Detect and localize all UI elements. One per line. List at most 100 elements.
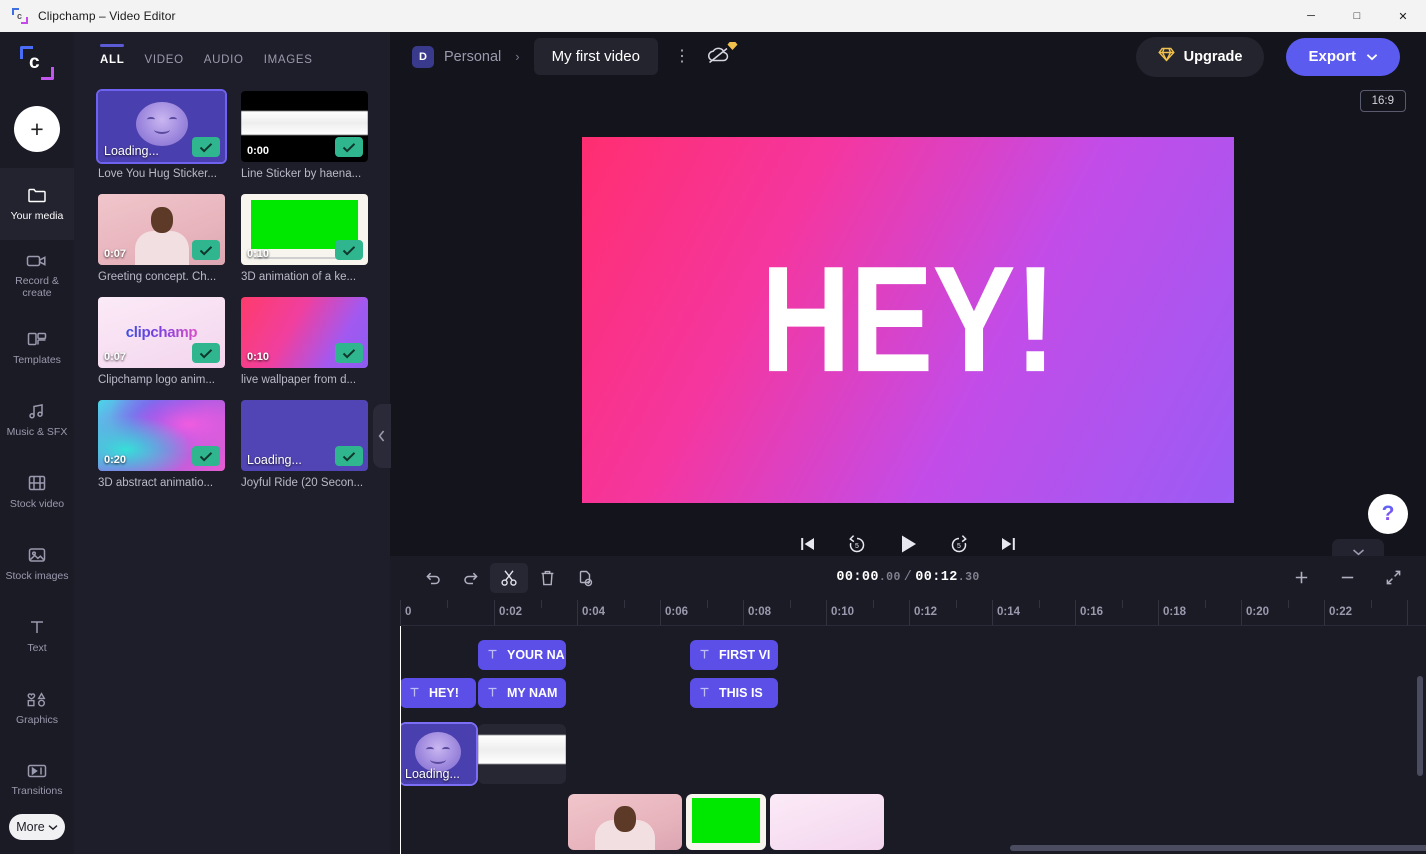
timeline-clip-text[interactable]: YOUR NA [478, 640, 566, 670]
sidebar-item-transitions[interactable]: Transitions [0, 744, 74, 816]
tab-images[interactable]: IMAGES [264, 54, 313, 73]
media-item[interactable]: 0:00 Line Sticker by haena... [241, 91, 368, 180]
clip-label: FIRST VI [719, 648, 771, 662]
zoom-out-button[interactable] [1328, 563, 1366, 593]
sidebar-item-stock-images[interactable]: Stock images [0, 528, 74, 600]
sidebar-item-label: Templates [13, 354, 61, 366]
cloud-off-icon[interactable] [706, 41, 738, 70]
text-icon [28, 618, 46, 636]
timeline-track-media-1[interactable]: Loading... [400, 722, 1426, 790]
timeline-clip-media[interactable] [478, 724, 566, 784]
ruler-label: 0:18 [1163, 606, 1187, 618]
project-name-field[interactable]: My first video [533, 38, 658, 75]
media-item[interactable]: 0:20 3D abstract animatio... [98, 400, 225, 489]
redo-button[interactable] [452, 563, 490, 593]
tab-video[interactable]: VIDEO [144, 54, 183, 73]
media-checked-badge [335, 446, 363, 466]
sidebar-item-music-sfx[interactable]: Music & SFX [0, 384, 74, 456]
ruler-label: 0:14 [997, 606, 1021, 618]
media-checked-badge [192, 137, 220, 157]
fit-to-screen-button[interactable] [1374, 563, 1412, 593]
forward-5-button[interactable]: 5 [948, 534, 970, 555]
minimize-button[interactable]: ─ [1288, 0, 1334, 32]
media-duration: 0:00 [247, 145, 270, 157]
timeline-clip-media[interactable] [770, 794, 884, 850]
sidebar-item-stock-video[interactable]: Stock video [0, 456, 74, 528]
avatar[interactable]: D [412, 45, 434, 68]
export-label: Export [1308, 48, 1356, 65]
ruler-label: 0:06 [665, 606, 689, 618]
media-item[interactable]: 0:10 live wallpaper from d... [241, 297, 368, 386]
sidebar-item-label: Record & create [15, 275, 59, 299]
breadcrumb-workspace[interactable]: Personal [444, 49, 501, 65]
total-frames: .30 [957, 571, 980, 584]
skip-to-start-button[interactable] [798, 535, 818, 553]
timeline-clip-text[interactable]: HEY! [400, 678, 476, 708]
media-checked-badge [192, 343, 220, 363]
media-item[interactable]: Loading... Love You Hug Sticker... [96, 89, 227, 180]
media-item[interactable]: Loading... Joyful Ride (20 Secon... [241, 400, 368, 489]
media-checked-badge [335, 240, 363, 260]
play-button[interactable] [896, 532, 920, 556]
media-panel: ALL VIDEO AUDIO IMAGES Loading... Love Y… [74, 32, 391, 854]
timeline-playhead[interactable] [400, 626, 401, 854]
timeline-horizontal-scrollbar[interactable] [1010, 845, 1426, 851]
timeline-clip-media[interactable]: Loading... [400, 722, 478, 786]
close-button[interactable]: ✕ [1380, 0, 1426, 32]
ruler-label: 0:08 [748, 606, 772, 618]
media-item-label: Love You Hug Sticker... [98, 168, 217, 180]
media-duration: 0:20 [104, 454, 127, 466]
preview-text: HEY! [760, 235, 1057, 405]
playback-controls: 5 5 [798, 532, 1018, 556]
rewind-5-button[interactable]: 5 [846, 534, 868, 555]
media-item[interactable]: clipchamp 0:07 Clipchamp logo anim... [98, 297, 225, 386]
tab-all[interactable]: ALL [100, 44, 125, 73]
timeline-clip-text[interactable]: THIS IS [690, 678, 778, 708]
timeline-ruler[interactable]: 0 0:02 0:04 0:06 0:08 0:10 0:12 0:14 0:1… [400, 600, 1426, 626]
app-logo: c [0, 32, 74, 94]
sidebar-item-graphics[interactable]: Graphics [0, 672, 74, 744]
delete-button[interactable] [528, 563, 566, 593]
timeline-clip-media[interactable] [686, 794, 766, 850]
help-icon: ? [1381, 502, 1395, 525]
timeline-track-text-2[interactable]: HEY! MY NAM THIS IS [400, 678, 1426, 716]
duplicate-button[interactable] [566, 563, 604, 593]
main-area: D Personal › My first video ⋮ Upgrade Ex… [390, 32, 1426, 854]
skip-to-end-button[interactable] [998, 535, 1018, 553]
video-preview-canvas[interactable]: HEY! [582, 137, 1234, 503]
folder-icon [27, 186, 47, 204]
media-filter-tabs: ALL VIDEO AUDIO IMAGES [74, 32, 390, 73]
premium-badge-icon [727, 41, 738, 54]
add-media-button[interactable]: + [14, 106, 60, 152]
timeline-clip-text[interactable]: FIRST VI [690, 640, 778, 670]
sidebar-item-text[interactable]: Text [0, 600, 74, 672]
panel-collapse-handle[interactable] [373, 404, 391, 468]
sidebar-item-your-media[interactable]: Your media [0, 168, 74, 240]
timeline-clip-text[interactable]: MY NAM [478, 678, 566, 708]
zoom-in-button[interactable] [1282, 563, 1320, 593]
more-button[interactable]: More [9, 814, 65, 840]
window-titlebar: c Clipchamp – Video Editor ─ □ ✕ [0, 0, 1426, 32]
maximize-button[interactable]: □ [1334, 0, 1380, 32]
help-button[interactable]: ? [1368, 494, 1408, 534]
export-button[interactable]: Export [1286, 37, 1400, 76]
media-item[interactable]: 0:07 Greeting concept. Ch... [98, 194, 225, 283]
timeline-track-text-1[interactable]: YOUR NA FIRST VI [400, 640, 1426, 678]
media-duration: 0:07 [104, 351, 127, 363]
aspect-ratio-badge[interactable]: 16:9 [1359, 90, 1406, 112]
undo-button[interactable] [414, 563, 452, 593]
upgrade-button[interactable]: Upgrade [1135, 36, 1265, 77]
clip-label: HEY! [429, 686, 459, 700]
timeline-vertical-scrollbar[interactable] [1417, 676, 1423, 776]
timeline-clip-media[interactable] [568, 794, 682, 850]
media-item-label: live wallpaper from d... [241, 374, 357, 386]
sidebar-item-record-create[interactable]: Record & create [0, 240, 74, 312]
split-button[interactable] [490, 562, 528, 593]
chevron-down-icon [48, 820, 58, 834]
media-thumbnail: 0:10 [241, 194, 368, 265]
sidebar-item-templates[interactable]: Templates [0, 312, 74, 384]
project-menu-button[interactable]: ⋮ [668, 48, 696, 65]
sidebar-item-label: Transitions [11, 785, 63, 797]
media-item[interactable]: 0:10 3D animation of a ke... [241, 194, 368, 283]
tab-audio[interactable]: AUDIO [204, 54, 244, 73]
